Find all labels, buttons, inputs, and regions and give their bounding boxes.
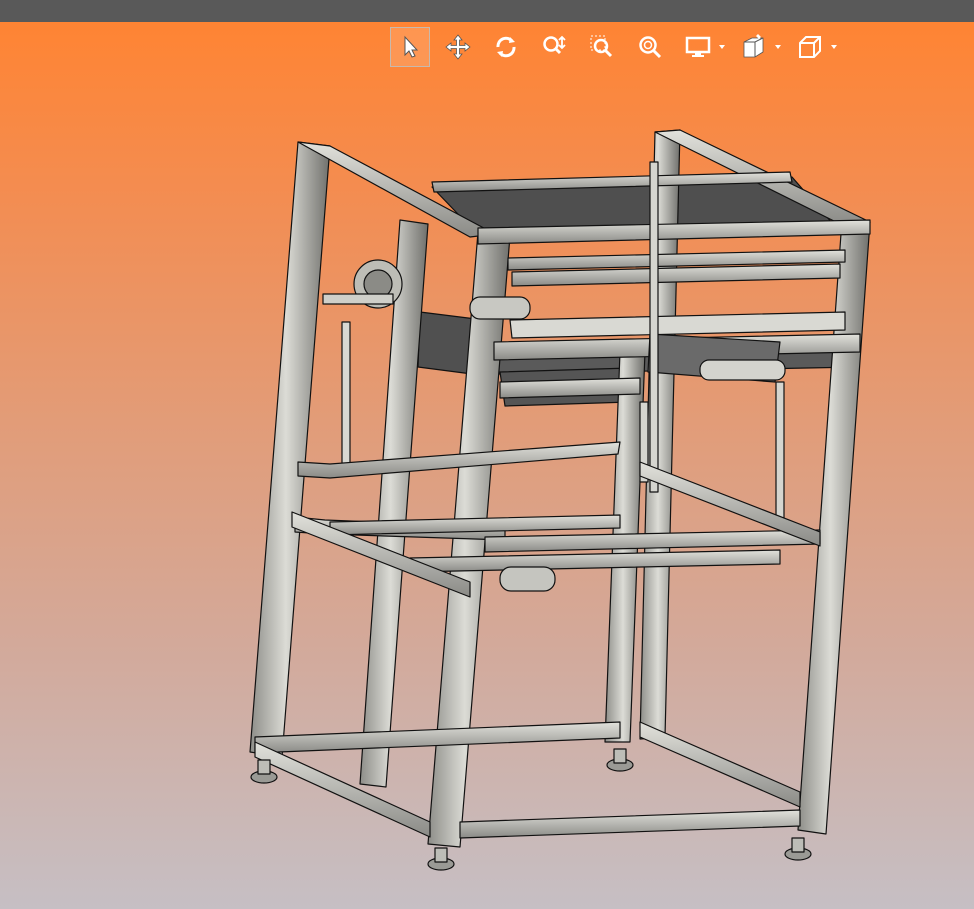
rotate-tool-button[interactable] bbox=[486, 27, 526, 67]
standard-views-dropdown[interactable] bbox=[828, 27, 840, 67]
zoom-window-icon bbox=[590, 35, 613, 58]
standard-views-tool-button[interactable] bbox=[790, 27, 830, 67]
zoom-fit-tool-button[interactable] bbox=[630, 27, 670, 67]
title-bar bbox=[0, 0, 974, 22]
select-tool-button[interactable] bbox=[390, 27, 430, 67]
view-toolbar bbox=[390, 26, 846, 68]
chevron-down-icon bbox=[831, 45, 837, 49]
section-view-tool-button[interactable] bbox=[734, 27, 774, 67]
zoom-dynamic-tool-button[interactable] bbox=[534, 27, 574, 67]
rotate-icon bbox=[496, 36, 516, 58]
chevron-down-icon bbox=[719, 45, 725, 49]
section-view-dropdown[interactable] bbox=[772, 27, 784, 67]
zoom-fit-icon bbox=[639, 36, 662, 59]
display-mode-dropdown[interactable] bbox=[716, 27, 728, 67]
3d-model[interactable] bbox=[0, 22, 974, 909]
chevron-down-icon bbox=[775, 45, 781, 49]
section-cube-icon bbox=[743, 34, 764, 58]
monitor-icon bbox=[685, 36, 711, 57]
pan-tool-button[interactable] bbox=[438, 27, 478, 67]
arrow-pointer-icon bbox=[404, 35, 419, 58]
zoom-updown-icon bbox=[543, 35, 566, 55]
cube-icon bbox=[799, 36, 821, 58]
display-mode-tool-button[interactable] bbox=[678, 27, 718, 67]
four-arrows-move-icon bbox=[445, 34, 471, 60]
zoom-window-tool-button[interactable] bbox=[582, 27, 622, 67]
